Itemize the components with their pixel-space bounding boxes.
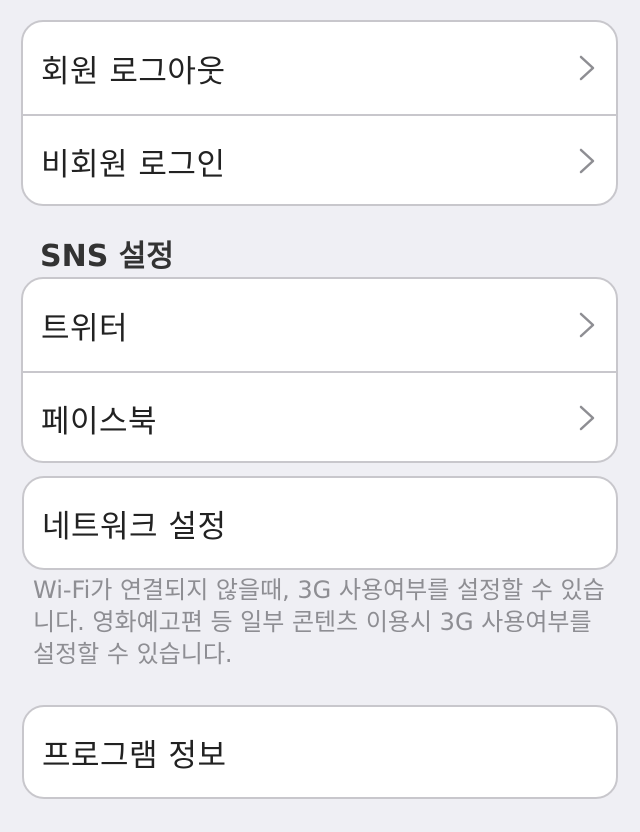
- chevron-right-icon: [579, 405, 595, 431]
- network-settings-row[interactable]: 네트워크 설정: [24, 478, 616, 568]
- program-info-label: 프로그램 정보: [42, 737, 227, 774]
- sns-section-header: SNS 설정: [40, 239, 174, 274]
- guest-login-label: 비회원 로그인: [41, 146, 226, 183]
- network-settings-label: 네트워크 설정: [42, 508, 227, 545]
- network-group: 네트워크 설정: [22, 476, 618, 570]
- account-group: 회원 로그아웃 비회원 로그인: [21, 20, 618, 206]
- facebook-label: 페이스북: [41, 403, 158, 440]
- chevron-right-icon: [579, 148, 595, 174]
- guest-login-row[interactable]: 비회원 로그인: [23, 114, 616, 204]
- network-footnote: Wi-Fi가 연결되지 않을때, 3G 사용여부를 설정할 수 있습니다. 영화…: [33, 576, 605, 668]
- program-info-row[interactable]: 프로그램 정보: [24, 707, 616, 797]
- sns-group: 트위터 페이스북: [21, 277, 618, 463]
- twitter-row[interactable]: 트위터: [23, 279, 616, 371]
- chevron-right-icon: [579, 312, 595, 338]
- chevron-right-icon: [579, 55, 595, 81]
- program-group: 프로그램 정보: [22, 705, 618, 799]
- twitter-label: 트위터: [41, 310, 129, 347]
- logout-label: 회원 로그아웃: [41, 53, 226, 90]
- logout-row[interactable]: 회원 로그아웃: [23, 22, 616, 114]
- facebook-row[interactable]: 페이스북: [23, 371, 616, 461]
